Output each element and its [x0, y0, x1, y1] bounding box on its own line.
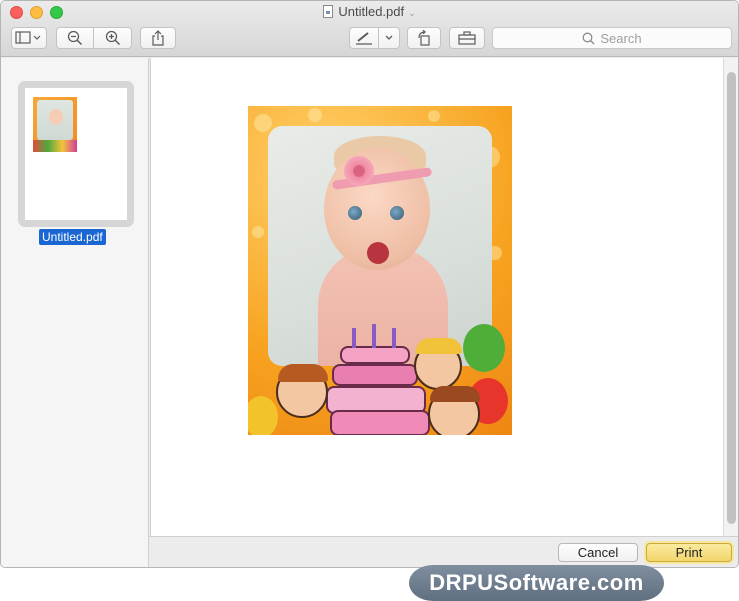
- search-placeholder: Search: [600, 30, 642, 46]
- pdf-document-icon: [323, 5, 334, 18]
- zoom-out-icon: [67, 30, 83, 46]
- thumbnail-label[interactable]: Untitled.pdf: [39, 229, 106, 245]
- thumbnail-sidebar: Untitled.pdf: [1, 58, 149, 567]
- zoom-in-icon: [105, 30, 120, 46]
- markup-menu-button[interactable]: [378, 27, 400, 49]
- birthday-photo-card: [248, 106, 512, 435]
- print-action-bar: Cancel Print: [149, 536, 738, 567]
- titlebar-toolbar: Untitled.pdf ⌄ Search: [1, 1, 738, 57]
- rotate-icon: [418, 30, 430, 46]
- zoom-in-button[interactable]: [93, 27, 132, 49]
- search-input[interactable]: Search: [492, 27, 732, 49]
- window-title[interactable]: Untitled.pdf ⌄: [1, 4, 738, 19]
- document-canvas: [150, 58, 723, 536]
- chevron-down-icon: ⌄: [408, 8, 416, 18]
- preview-window: Untitled.pdf ⌄ Search Untitled.pdf Cance…: [0, 0, 739, 568]
- zoom-out-button[interactable]: [56, 27, 94, 49]
- share-icon: [152, 30, 164, 46]
- print-button[interactable]: Print: [646, 543, 732, 562]
- sidebar-icon: [15, 31, 41, 44]
- toolbox-button[interactable]: [449, 27, 485, 49]
- pen-icon: [356, 32, 372, 45]
- vertical-scrollbar[interactable]: [723, 58, 738, 536]
- party-illustration: [248, 306, 512, 435]
- thumbnail-photo: [33, 97, 77, 152]
- chevron-down-icon: [385, 35, 393, 40]
- rotate-button[interactable]: [407, 27, 441, 49]
- page-thumbnail[interactable]: [18, 81, 134, 227]
- sidebar-toggle-button[interactable]: [11, 27, 47, 49]
- thumbnail-page: [25, 88, 127, 220]
- search-icon: [582, 32, 595, 44]
- toolbox-icon: [458, 31, 476, 45]
- watermark-badge: DRPUSoftware.com: [409, 565, 664, 601]
- window-title-text: Untitled.pdf: [338, 4, 405, 19]
- markup-button[interactable]: [349, 27, 379, 49]
- scrollbar-thumb[interactable]: [727, 72, 736, 524]
- share-button[interactable]: [140, 27, 176, 49]
- cancel-button[interactable]: Cancel: [558, 543, 638, 562]
